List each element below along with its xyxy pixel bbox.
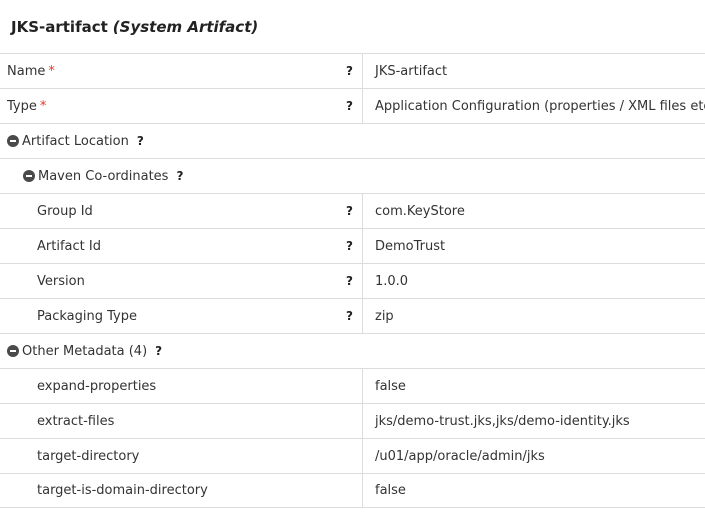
collapse-other-metadata-icon[interactable]	[7, 345, 19, 357]
metadata-row: target-is-domain-directory false	[0, 473, 705, 508]
required-marker: *	[48, 63, 55, 79]
other-metadata-section: Other Metadata (4) ?	[0, 333, 705, 368]
packaging-type-row: Packaging Type ? zip	[0, 298, 705, 333]
name-help-icon[interactable]: ?	[346, 64, 353, 78]
other-metadata-header: Other Metadata (4) ?	[0, 344, 162, 359]
metadata-key: extract-files	[37, 413, 115, 429]
packaging-type-value: zip	[362, 299, 705, 333]
artifact-location-help-icon[interactable]: ?	[137, 134, 144, 148]
artifact-id-help-icon[interactable]: ?	[346, 239, 353, 253]
packaging-type-label: Packaging Type	[37, 308, 137, 324]
metadata-key: expand-properties	[37, 378, 157, 394]
maven-help-icon[interactable]: ?	[176, 169, 183, 183]
group-id-help-icon[interactable]: ?	[346, 204, 353, 218]
version-value: 1.0.0	[362, 264, 705, 298]
metadata-row: target-directory /u01/app/oracle/admin/j…	[0, 438, 705, 473]
artifact-id-value: DemoTrust	[362, 229, 705, 263]
properties-table: Name * ? JKS-artifact Type * ? Application…	[0, 53, 705, 508]
artifact-location-section: Artifact Location ?	[0, 123, 705, 158]
collapse-maven-icon[interactable]	[23, 170, 35, 182]
name-label: Name *	[0, 64, 55, 79]
metadata-key: target-directory	[37, 448, 140, 464]
metadata-value: false	[362, 369, 705, 403]
version-label: Version	[37, 273, 85, 289]
collapse-artifact-location-icon[interactable]	[7, 135, 19, 147]
metadata-value: jks/demo-trust.jks,jks/demo-identity.jks	[362, 404, 705, 438]
other-metadata-label: Other Metadata (4)	[22, 343, 148, 359]
artifact-location-label: Artifact Location	[22, 133, 129, 149]
metadata-value: false	[362, 474, 705, 507]
version-help-icon[interactable]: ?	[346, 274, 353, 288]
group-id-label: Group Id	[37, 203, 93, 219]
metadata-value: /u01/app/oracle/admin/jks	[362, 439, 705, 473]
group-id-row: Group Id ? com.KeyStore	[0, 193, 705, 228]
metadata-row: extract-files jks/demo-trust.jks,jks/dem…	[0, 403, 705, 438]
type-help-icon[interactable]: ?	[346, 99, 353, 113]
maven-header: Maven Co-ordinates ?	[0, 169, 183, 184]
name-row: Name * ? JKS-artifact	[0, 53, 705, 88]
metadata-key: target-is-domain-directory	[37, 483, 208, 498]
maven-label: Maven Co-ordinates	[38, 168, 169, 184]
maven-section: Maven Co-ordinates ?	[0, 158, 705, 193]
metadata-row: expand-properties false	[0, 368, 705, 403]
other-metadata-help-icon[interactable]: ?	[155, 344, 162, 358]
type-label-text: Type	[7, 98, 37, 114]
artifact-id-label: Artifact Id	[37, 238, 101, 254]
name-value: JKS-artifact	[362, 54, 705, 88]
name-label-text: Name	[7, 63, 46, 79]
artifact-id-row: Artifact Id ? DemoTrust	[0, 228, 705, 263]
page-title: JKS-artifact (System Artifact)	[0, 0, 705, 53]
group-id-value: com.KeyStore	[362, 194, 705, 228]
artifact-kind: (System Artifact)	[112, 17, 259, 36]
type-label: Type *	[0, 99, 46, 114]
artifact-location-header: Artifact Location ?	[0, 134, 144, 149]
required-marker: *	[39, 98, 47, 114]
artifact-name: JKS-artifact	[11, 17, 108, 36]
packaging-type-help-icon[interactable]: ?	[346, 309, 353, 323]
type-value: Application Configuration (properties / …	[362, 89, 705, 123]
type-row: Type * ? Application Configuration (prope…	[0, 88, 705, 123]
version-row: Version ? 1.0.0	[0, 263, 705, 298]
